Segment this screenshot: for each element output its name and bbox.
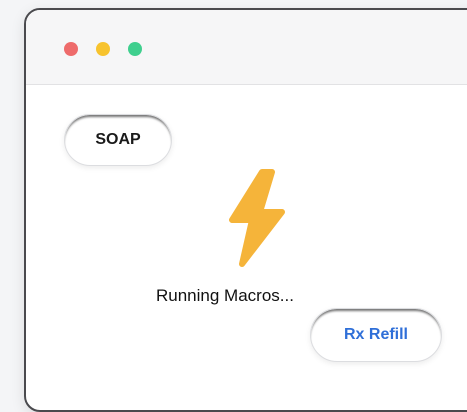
soap-button-label: SOAP [95,131,141,148]
soap-button[interactable]: SOAP [64,114,172,166]
title-bar [26,10,467,85]
rx-refill-button[interactable]: Rx Refill [310,308,442,362]
maximize-window-button[interactable] [128,42,142,56]
minimize-window-button[interactable] [96,42,110,56]
rx-refill-button-label: Rx Refill [343,326,408,343]
lightning-bolt-icon [229,169,285,267]
status-text: Running Macros... [156,286,294,305]
app-window: SOAP Running Macros... Rx Refill [24,8,467,412]
close-window-button[interactable] [64,42,78,56]
